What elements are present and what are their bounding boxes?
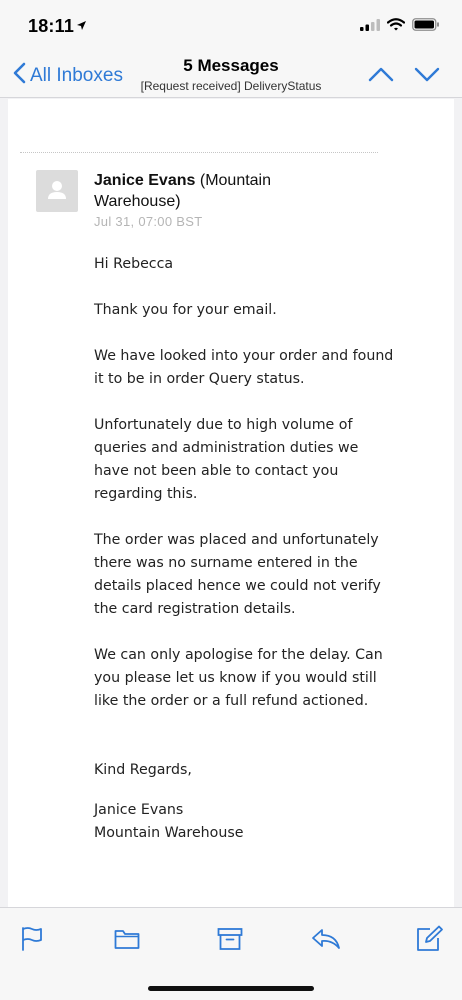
reply-icon[interactable] [311,927,341,956]
message-card: Janice Evans (Mountain Warehouse) Jul 31… [8,99,454,907]
sender-name: Janice Evans [94,172,196,189]
location-arrow-icon [76,18,87,36]
message-date: Jul 31, 07:00 BST [94,214,203,229]
signature-company: Mountain Warehouse [94,825,244,841]
back-label: All Inboxes [30,65,123,86]
avatar [36,170,78,212]
wifi-icon [386,18,406,36]
body-paragraph: Hi Rebecca [94,256,174,272]
compose-icon[interactable] [416,925,444,957]
body-paragraph: Unfortunately due to high volume of quer… [94,417,359,502]
status-bar: 18:11 [0,0,462,52]
signature-name: Janice Evans [94,802,184,818]
chevron-up-icon[interactable] [368,66,394,87]
back-button[interactable]: All Inboxes [12,62,123,90]
body-paragraph: We have looked into your order and found… [94,348,394,387]
signoff: Kind Regards, [94,762,192,778]
nav-bar: All Inboxes 5 Messages [Request received… [0,52,462,98]
nav-title: 5 Messages [Request received] DeliverySt… [120,56,342,93]
message-divider [20,152,378,153]
thread-subject: [Request received] DeliveryStatus [140,79,322,93]
chevron-down-icon[interactable] [414,66,440,87]
chevron-left-icon [12,62,30,90]
message-count-title: 5 Messages [183,56,279,75]
folder-icon[interactable] [114,928,140,955]
body-paragraph: The order was placed and unfortunately t… [94,532,381,617]
bottom-toolbar [0,907,462,1000]
flag-icon[interactable] [20,926,44,957]
body-paragraph: We can only apologise for the delay. Can… [94,647,383,709]
battery-icon [412,18,440,36]
home-indicator [148,986,314,991]
body-paragraph: Thank you for your email. [94,302,277,318]
archive-icon[interactable] [217,927,243,956]
sender[interactable]: Janice Evans (Mountain Warehouse) [94,170,334,212]
signal-icon [360,18,380,36]
person-icon [48,181,66,199]
status-time: 18:11 [28,16,75,36]
message-body: Hi Rebecca Thank you for your email. We … [94,253,394,845]
